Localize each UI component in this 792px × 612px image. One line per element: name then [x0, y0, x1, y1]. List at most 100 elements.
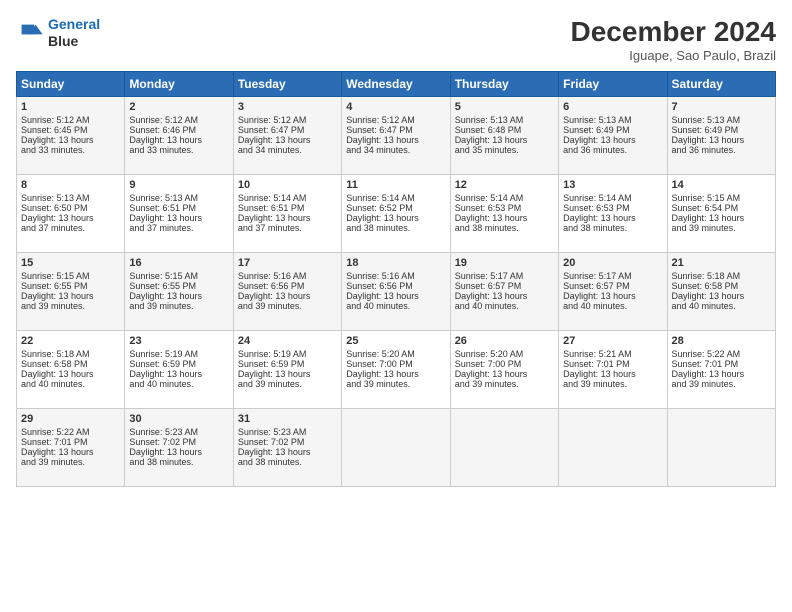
day-info-line: Daylight: 13 hours: [21, 447, 120, 457]
day-info-line: Sunrise: 5:13 AM: [129, 193, 228, 203]
day-number: 30: [129, 413, 228, 425]
day-info-line: Sunrise: 5:23 AM: [129, 427, 228, 437]
day-info-line: Sunset: 6:57 PM: [455, 281, 554, 291]
day-info-line: Sunrise: 5:21 AM: [563, 349, 662, 359]
day-info-line: Sunset: 6:56 PM: [238, 281, 337, 291]
day-number: 29: [21, 413, 120, 425]
weekday-header-sunday: Sunday: [17, 72, 125, 97]
weekday-header-monday: Monday: [125, 72, 233, 97]
logo-text: General Blue: [48, 16, 100, 50]
day-cell: 4Sunrise: 5:12 AMSunset: 6:47 PMDaylight…: [342, 97, 450, 175]
day-info-line: and 33 minutes.: [129, 145, 228, 155]
day-info-line: and 39 minutes.: [21, 457, 120, 467]
day-info-line: Sunset: 7:02 PM: [238, 437, 337, 447]
logo-line1: General: [48, 16, 100, 32]
day-cell: 10Sunrise: 5:14 AMSunset: 6:51 PMDayligh…: [233, 175, 341, 253]
day-info-line: Daylight: 13 hours: [238, 135, 337, 145]
weekday-header-tuesday: Tuesday: [233, 72, 341, 97]
day-cell: 1Sunrise: 5:12 AMSunset: 6:45 PMDaylight…: [17, 97, 125, 175]
day-info-line: Sunrise: 5:15 AM: [672, 193, 771, 203]
day-info-line: and 40 minutes.: [129, 379, 228, 389]
weekday-header-friday: Friday: [559, 72, 667, 97]
day-info-line: Daylight: 13 hours: [455, 369, 554, 379]
day-info-line: and 38 minutes.: [346, 223, 445, 233]
day-cell: 28Sunrise: 5:22 AMSunset: 7:01 PMDayligh…: [667, 331, 775, 409]
day-cell: 20Sunrise: 5:17 AMSunset: 6:57 PMDayligh…: [559, 253, 667, 331]
day-info-line: Daylight: 13 hours: [129, 369, 228, 379]
day-info-line: and 35 minutes.: [455, 145, 554, 155]
day-info-line: Sunset: 6:50 PM: [21, 203, 120, 213]
day-info-line: Sunrise: 5:14 AM: [238, 193, 337, 203]
day-info-line: and 39 minutes.: [455, 379, 554, 389]
day-cell: 3Sunrise: 5:12 AMSunset: 6:47 PMDaylight…: [233, 97, 341, 175]
day-cell: 7Sunrise: 5:13 AMSunset: 6:49 PMDaylight…: [667, 97, 775, 175]
day-info-line: Daylight: 13 hours: [238, 447, 337, 457]
header: General Blue December 2024 Iguape, Sao P…: [16, 16, 776, 63]
day-number: 4: [346, 101, 445, 113]
logo-line2: Blue: [48, 33, 100, 50]
day-info-line: Sunrise: 5:18 AM: [21, 349, 120, 359]
weekday-header-thursday: Thursday: [450, 72, 558, 97]
day-info-line: and 39 minutes.: [672, 379, 771, 389]
day-number: 27: [563, 335, 662, 347]
day-cell: 15Sunrise: 5:15 AMSunset: 6:55 PMDayligh…: [17, 253, 125, 331]
day-info-line: and 38 minutes.: [563, 223, 662, 233]
day-number: 2: [129, 101, 228, 113]
day-info-line: Sunrise: 5:22 AM: [21, 427, 120, 437]
day-info-line: and 38 minutes.: [455, 223, 554, 233]
day-info-line: Sunrise: 5:19 AM: [238, 349, 337, 359]
day-info-line: Daylight: 13 hours: [672, 291, 771, 301]
day-cell: 31Sunrise: 5:23 AMSunset: 7:02 PMDayligh…: [233, 409, 341, 487]
day-info-line: Daylight: 13 hours: [346, 291, 445, 301]
day-number: 16: [129, 257, 228, 269]
calendar-subtitle: Iguape, Sao Paulo, Brazil: [571, 48, 776, 63]
calendar-table: SundayMondayTuesdayWednesdayThursdayFrid…: [16, 71, 776, 487]
day-cell: 17Sunrise: 5:16 AMSunset: 6:56 PMDayligh…: [233, 253, 341, 331]
day-cell: 24Sunrise: 5:19 AMSunset: 6:59 PMDayligh…: [233, 331, 341, 409]
day-number: 1: [21, 101, 120, 113]
day-info-line: Daylight: 13 hours: [21, 369, 120, 379]
weekday-header-saturday: Saturday: [667, 72, 775, 97]
day-info-line: and 39 minutes.: [238, 301, 337, 311]
day-info-line: Daylight: 13 hours: [238, 213, 337, 223]
day-info-line: and 40 minutes.: [21, 379, 120, 389]
day-number: 17: [238, 257, 337, 269]
day-info-line: and 39 minutes.: [129, 301, 228, 311]
day-info-line: Sunrise: 5:23 AM: [238, 427, 337, 437]
day-info-line: and 38 minutes.: [238, 457, 337, 467]
day-info-line: and 36 minutes.: [672, 145, 771, 155]
day-info-line: Sunset: 7:00 PM: [346, 359, 445, 369]
day-info-line: Sunset: 6:47 PM: [238, 125, 337, 135]
day-cell: [667, 409, 775, 487]
day-info-line: and 37 minutes.: [129, 223, 228, 233]
day-info-line: Daylight: 13 hours: [238, 291, 337, 301]
day-info-line: Daylight: 13 hours: [346, 213, 445, 223]
weekday-header-row: SundayMondayTuesdayWednesdayThursdayFrid…: [17, 72, 776, 97]
day-cell: 22Sunrise: 5:18 AMSunset: 6:58 PMDayligh…: [17, 331, 125, 409]
day-info-line: and 39 minutes.: [563, 379, 662, 389]
logo: General Blue: [16, 16, 100, 50]
day-info-line: and 39 minutes.: [238, 379, 337, 389]
day-info-line: and 39 minutes.: [346, 379, 445, 389]
day-info-line: Sunrise: 5:16 AM: [346, 271, 445, 281]
day-number: 8: [21, 179, 120, 191]
day-info-line: Daylight: 13 hours: [129, 447, 228, 457]
day-number: 20: [563, 257, 662, 269]
day-info-line: Sunset: 6:57 PM: [563, 281, 662, 291]
day-info-line: Sunrise: 5:13 AM: [21, 193, 120, 203]
day-info-line: and 37 minutes.: [21, 223, 120, 233]
day-info-line: Sunrise: 5:12 AM: [21, 115, 120, 125]
day-info-line: Sunrise: 5:14 AM: [346, 193, 445, 203]
day-info-line: Sunrise: 5:20 AM: [455, 349, 554, 359]
day-info-line: Daylight: 13 hours: [129, 135, 228, 145]
day-number: 7: [672, 101, 771, 113]
day-info-line: Sunrise: 5:15 AM: [21, 271, 120, 281]
day-info-line: Sunset: 7:01 PM: [672, 359, 771, 369]
day-info-line: and 34 minutes.: [238, 145, 337, 155]
day-info-line: Sunset: 6:49 PM: [672, 125, 771, 135]
day-info-line: Sunset: 6:59 PM: [129, 359, 228, 369]
day-number: 11: [346, 179, 445, 191]
day-info-line: Daylight: 13 hours: [455, 291, 554, 301]
day-info-line: Sunset: 7:01 PM: [21, 437, 120, 447]
day-cell: 12Sunrise: 5:14 AMSunset: 6:53 PMDayligh…: [450, 175, 558, 253]
